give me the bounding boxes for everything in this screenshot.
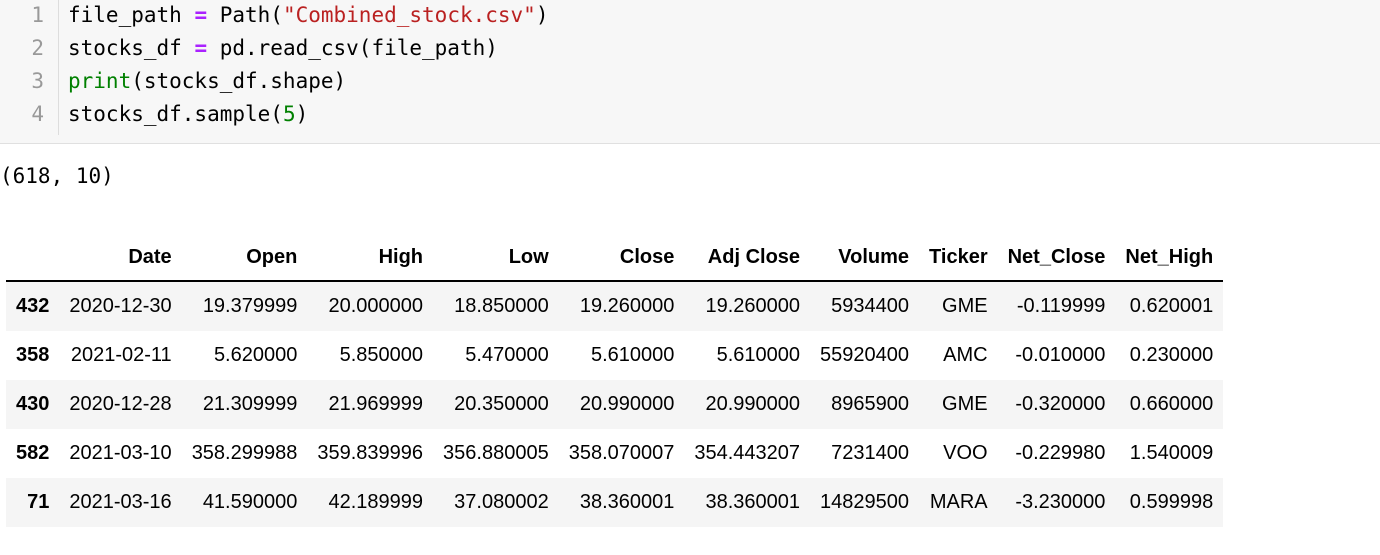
table-row: 358 2021-02-11 5.620000 5.850000 5.470000 5.6… [6,331,1224,380]
table-cell: 0.620001 [1129,295,1214,317]
table-cell: 358.070007 [568,442,675,464]
index-header [6,234,60,282]
table-cell: -0.229980 [1015,442,1106,464]
table-cell: 21.969999 [328,393,424,415]
code-token: = [194,3,208,27]
table-cell: 20.350000 [454,393,549,415]
code-token: (stocks_df.shape) [131,69,347,93]
table-cell: -3.230000 [1015,491,1106,513]
table-cell: 358.299988 [191,442,298,464]
column-header: Volume [810,234,920,282]
code-line: file_path = Path("Combined_stock.csv") [68,3,548,27]
table-cell: 359.839996 [317,442,424,464]
code-line: stocks_df = pd.read_csv(file_path) [68,36,498,60]
table-cell: 5.620000 [213,344,298,366]
table-cell: -0.010000 [1015,344,1106,366]
table-cell: 5.850000 [339,344,424,366]
gutter-divider [58,0,59,135]
table-cell: 55920400 [820,344,910,366]
table-row: 430 2020-12-28 21.309999 21.969999 20.350000… [6,380,1224,429]
table-cell: 14829500 [820,491,910,513]
column-header: Ticker [919,234,998,282]
column-header: Close [558,234,685,282]
table-cell: 2021-03-10 [69,442,172,464]
table-header-row: Date Open High Low Close Adj Close Volume Ticke… [6,234,1224,282]
code-token: pd.read_csv(file_path) [207,36,498,60]
table-cell: 1.540009 [1129,442,1214,464]
table-cell: 19.260000 [705,295,801,317]
table-cell: 20.000000 [328,295,424,317]
table-row: 71 2021-03-16 41.590000 42.189999 37.080002 3… [6,478,1224,527]
table-cell: 2021-02-11 [70,344,172,366]
table-body: 432 2020-12-30 19.379999 20.000000 18.850000… [6,281,1224,527]
table-cell: 18.850000 [454,295,549,317]
table-row: 432 2020-12-30 19.379999 20.000000 18.850000… [6,281,1224,331]
table-cell: 20.990000 [579,393,675,415]
table-cell: 41.590000 [202,491,298,513]
column-header: Open [181,234,308,282]
table-cell: 21.309999 [202,393,298,415]
table-cell: 354.443207 [694,442,801,464]
column-header: Net_High [1115,234,1224,282]
table-cell: 2021-03-16 [69,491,172,513]
row-index: 430 [16,393,50,415]
line-number: 1 [31,3,44,27]
table-cell: VOO [943,442,988,464]
table-cell: 2020-12-28 [69,393,172,415]
code-cell[interactable]: file_path = Path("Combined_stock.csv") st… [0,0,1380,144]
table-cell: 5.610000 [716,344,801,366]
column-header: Low [433,234,559,282]
code-token: ) [535,3,549,27]
table-cell: 5.470000 [465,344,549,366]
table-cell: 8965900 [831,393,910,415]
table-cell: 38.360001 [579,491,675,513]
table-cell: 2020-12-30 [69,295,172,317]
table-cell: 0.599998 [1129,491,1214,513]
table-row: 582 2021-03-10 358.299988 359.839996 356.880… [6,429,1224,478]
column-header: Adj Close [684,234,811,282]
cell-stdout: (618, 10) [0,164,114,188]
line-number: 2 [31,36,44,60]
table-cell: 20.990000 [705,393,801,415]
code-line: stocks_df.sample(5) [68,102,308,126]
table-cell: 37.080002 [454,491,549,513]
column-header: Date [59,234,182,282]
table-cell: 7231400 [831,442,910,464]
column-header: Net_Close [997,234,1116,282]
row-index: 71 [27,491,50,513]
row-index: 358 [16,344,50,366]
code-line: print(stocks_df.shape) [68,69,346,93]
row-index: 432 [16,295,50,317]
table-cell: -0.119999 [1016,295,1106,317]
table-cell: 5934400 [831,295,910,317]
table-cell: 356.880005 [443,442,549,464]
code-token: print [68,69,132,93]
code-token: stocks_df.sample( [68,102,283,126]
row-index: 582 [16,442,50,464]
code-token: ) [295,102,309,126]
table-cell: GME [942,393,988,415]
table-cell: 42.189999 [328,491,424,513]
code-token: "Combined_stock.csv" [282,3,536,27]
table-cell: 38.360001 [705,491,801,513]
column-header: High [307,234,434,282]
code-token: = [194,36,208,60]
table-cell: 0.230000 [1129,344,1214,366]
code-token: stocks_df [68,36,195,60]
table-cell: 5.610000 [590,344,675,366]
table-cell: GME [942,295,988,317]
table-cell: 0.660000 [1129,393,1214,415]
table-cell: -0.320000 [1015,393,1106,415]
line-number: 4 [31,102,44,126]
code-token: 5 [282,102,296,126]
table-cell: MARA [929,491,988,513]
table-cell: AMC [943,344,988,366]
code-token: Path( [207,3,283,27]
table-cell: 19.260000 [579,295,675,317]
table-cell: 19.379999 [202,295,298,317]
code-token: file_path [68,3,195,27]
line-number: 3 [31,69,44,93]
dataframe-output-table: Date Open High Low Close Adj Close Volume Ticke… [6,234,1224,527]
